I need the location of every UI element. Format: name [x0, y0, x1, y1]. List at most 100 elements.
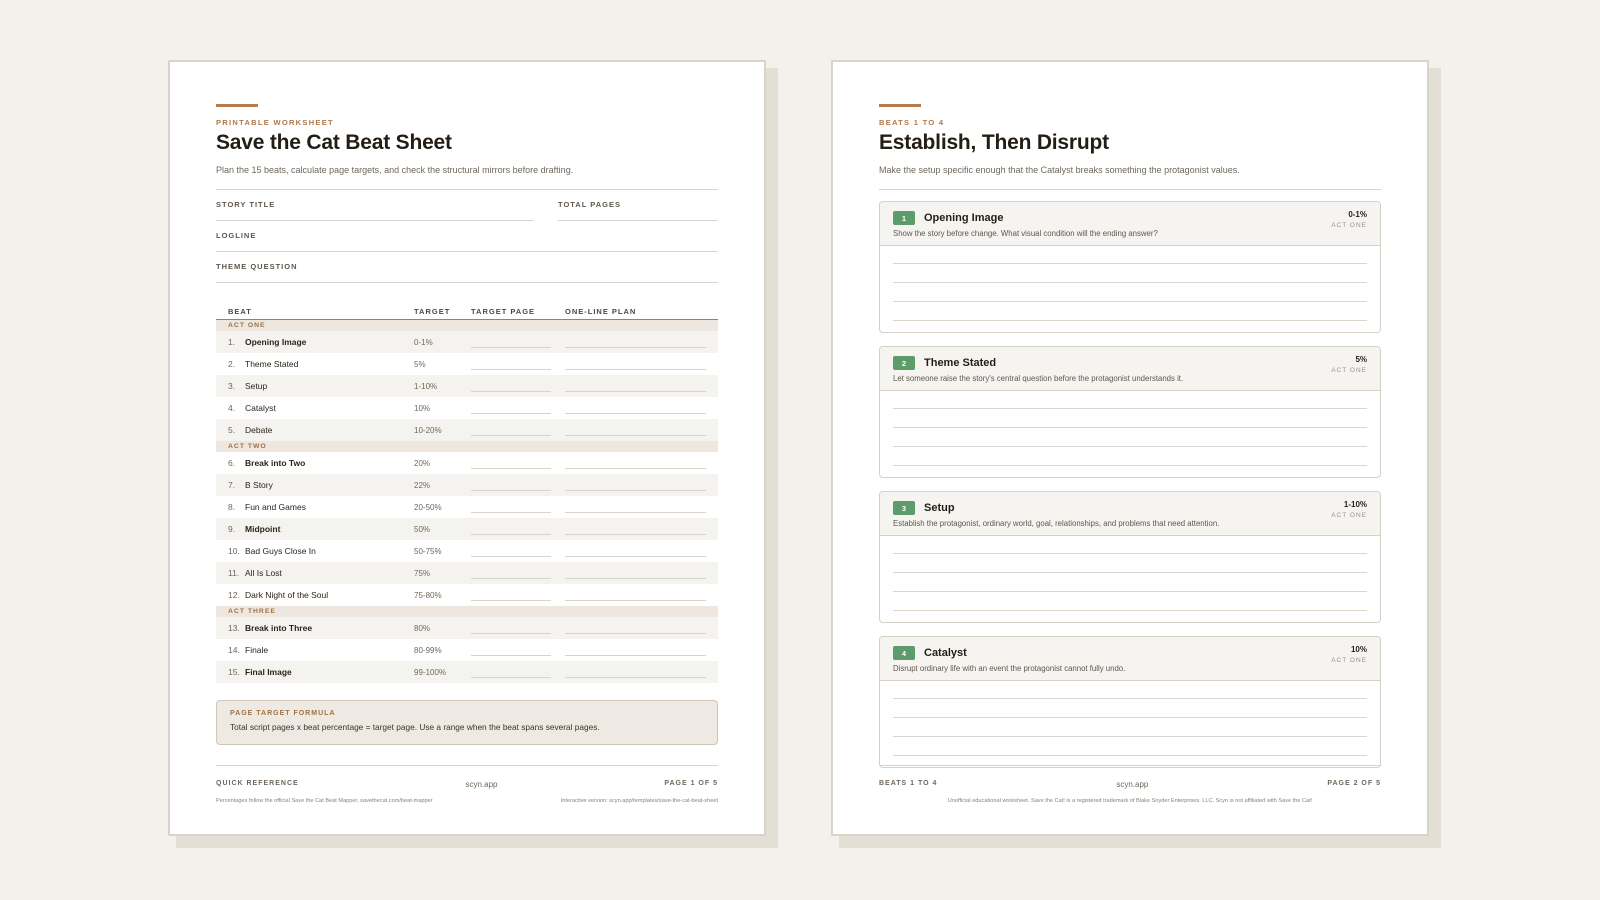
beat-number: 4.	[228, 403, 236, 413]
page-sheet: PRINTABLE WORKSHEET Save the Cat Beat Sh…	[168, 60, 766, 836]
act-header: ACT ONE	[216, 320, 718, 331]
target-page-input[interactable]	[471, 337, 565, 348]
target-page-input[interactable]	[471, 623, 565, 634]
plan-input[interactable]	[565, 403, 718, 414]
footer-left: BEATS 1 TO 4	[879, 780, 938, 787]
footer-site[interactable]: scyn.app	[1116, 780, 1148, 789]
beat-card: 1 Opening Image Show the story before chan…	[879, 201, 1381, 333]
field-label: LOGLINE	[216, 231, 257, 240]
footer-left: QUICK REFERENCE	[216, 780, 299, 787]
target-page-input[interactable]	[471, 568, 565, 579]
card-writing-area[interactable]	[880, 246, 1380, 321]
plan-input[interactable]	[565, 546, 718, 557]
write-line	[471, 467, 551, 469]
beat-name: Midpoint	[245, 524, 281, 534]
beat-name: Bad Guys Close In	[245, 546, 316, 556]
target-page-input[interactable]	[471, 425, 565, 436]
beat-number: 13.	[228, 623, 240, 633]
beat-name: Debate	[245, 425, 273, 435]
theme-question-field[interactable]: THEME QUESTION	[216, 251, 718, 283]
plan-input[interactable]	[565, 645, 718, 656]
card-writing-area[interactable]	[880, 536, 1380, 611]
page-footer: QUICK REFERENCE scyn.app PAGE 1 OF 5 Per…	[216, 765, 718, 804]
beat-cell: 12. Dark Night of the Soul	[216, 590, 414, 600]
beat-cell: 11. All Is Lost	[216, 568, 414, 578]
write-line	[565, 346, 706, 348]
write-line	[893, 572, 1367, 573]
write-line	[893, 408, 1367, 409]
write-line	[565, 511, 706, 513]
beat-name: Opening Image	[245, 337, 307, 347]
table-row: 9. Midpoint 50%	[216, 518, 718, 540]
logline-field[interactable]: LOGLINE	[216, 220, 718, 252]
target-page-input[interactable]	[471, 480, 565, 491]
beat-name: Theme Stated	[245, 359, 299, 369]
write-line	[471, 412, 551, 414]
write-line	[565, 533, 706, 535]
beat-number: 14.	[228, 645, 240, 655]
card-writing-area[interactable]	[880, 391, 1380, 466]
footer-site[interactable]: scyn.app	[465, 780, 497, 789]
beat-target: 50-75%	[414, 546, 442, 556]
beat-name: Break into Three	[245, 623, 313, 633]
plan-input[interactable]	[565, 667, 718, 678]
write-line	[471, 434, 551, 436]
plan-input[interactable]	[565, 425, 718, 436]
plan-input[interactable]	[565, 359, 718, 370]
footer-fine: Unofficial educational worksheet. Save t…	[879, 798, 1381, 804]
target-page-input[interactable]	[471, 667, 565, 678]
beat-name: Setup	[245, 381, 268, 391]
table-row: 6. Break into Two 20%	[216, 452, 718, 474]
write-line	[471, 390, 551, 392]
header-target: TARGET	[414, 306, 451, 316]
table-row: 7. B Story 22%	[216, 474, 718, 496]
write-line	[565, 390, 706, 392]
total-pages-field[interactable]: TOTAL PAGES	[558, 189, 718, 221]
target-page-input[interactable]	[471, 590, 565, 601]
card-title: Opening Image	[924, 212, 1004, 224]
page-subtitle: Make the setup specific enough that the …	[879, 165, 1240, 175]
beat-number-badge: 4	[893, 646, 915, 660]
table-row: 5. Debate 10-20%	[216, 419, 718, 441]
target-page-input[interactable]	[471, 546, 565, 557]
beat-target: 22%	[414, 480, 431, 490]
write-line	[565, 434, 706, 436]
footer-page-number: PAGE 1 OF 5	[664, 780, 718, 787]
target-page-input[interactable]	[471, 458, 565, 469]
write-line	[471, 533, 551, 535]
header-beat: BEAT	[228, 306, 252, 316]
plan-input[interactable]	[565, 568, 718, 579]
header-plan: ONE-LINE PLAN	[565, 306, 637, 316]
plan-input[interactable]	[565, 381, 718, 392]
write-line	[471, 676, 551, 678]
card-writing-area[interactable]	[880, 681, 1380, 756]
target-page-input[interactable]	[471, 359, 565, 370]
plan-input[interactable]	[565, 590, 718, 601]
footer-interactive-link[interactable]: Interactive version: scyn.app/templates/…	[561, 798, 718, 804]
plan-input[interactable]	[565, 458, 718, 469]
card-act: ACT ONE	[1331, 512, 1367, 519]
beat-number: 11.	[228, 568, 240, 578]
beat-number-badge: 1	[893, 211, 915, 225]
card-act: ACT ONE	[1331, 657, 1367, 664]
field-row: LOGLINE	[216, 221, 718, 252]
target-page-input[interactable]	[471, 403, 565, 414]
plan-input[interactable]	[565, 502, 718, 513]
target-page-input[interactable]	[471, 502, 565, 513]
story-title-field[interactable]: STORY TITLE	[216, 189, 534, 221]
page-eyebrow: PRINTABLE WORKSHEET	[216, 118, 334, 127]
plan-input[interactable]	[565, 337, 718, 348]
plan-input[interactable]	[565, 480, 718, 491]
footer-fine: Percentages follow the official Save the…	[216, 798, 718, 804]
beat-cell: 2. Theme Stated	[216, 359, 414, 369]
plan-input[interactable]	[565, 623, 718, 634]
beat-card: 4 Catalyst Disrupt ordinary life with an e…	[879, 636, 1381, 768]
target-page-input[interactable]	[471, 381, 565, 392]
target-page-input[interactable]	[471, 645, 565, 656]
plan-input[interactable]	[565, 524, 718, 535]
target-page-input[interactable]	[471, 524, 565, 535]
write-line	[893, 610, 1367, 611]
beat-cell: 3. Setup	[216, 381, 414, 391]
beat-number: 15.	[228, 667, 240, 677]
write-line	[471, 599, 551, 601]
